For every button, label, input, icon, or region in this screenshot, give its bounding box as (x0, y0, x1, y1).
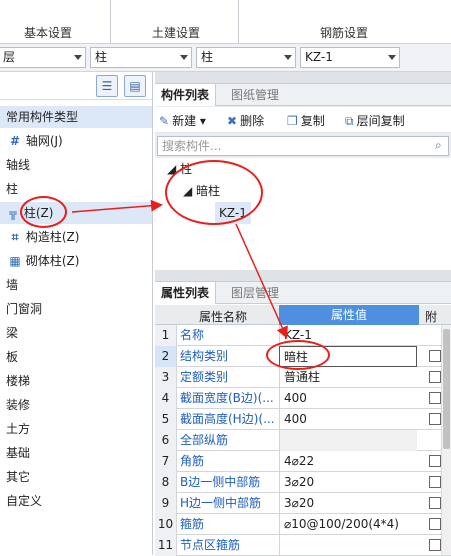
annotation-arrows (71, 199, 288, 339)
arrow-to-value (235, 223, 288, 339)
arrow-to-tree (71, 199, 163, 213)
